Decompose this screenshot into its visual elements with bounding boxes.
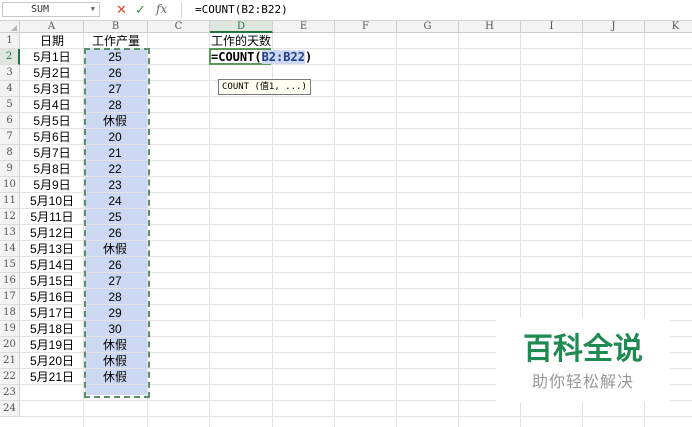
row-header-24[interactable]: 24 (0, 401, 20, 417)
cell-date[interactable]: 5月8日 (20, 161, 84, 177)
row-gridline (20, 416, 692, 417)
row-header-10[interactable]: 10 (0, 177, 20, 193)
cell-date[interactable]: 5月5日 (20, 113, 84, 129)
row-header-14[interactable]: 14 (0, 241, 20, 257)
cell-date[interactable]: 5月13日 (20, 241, 84, 257)
row-header-6[interactable]: 6 (0, 113, 20, 129)
row-header-8[interactable]: 8 (0, 145, 20, 161)
row-header-1[interactable]: 1 (0, 33, 20, 49)
column-header-k[interactable]: K (645, 21, 692, 33)
row-header-18[interactable]: 18 (0, 305, 20, 321)
column-header-g[interactable]: G (397, 21, 459, 33)
watermark-logo: 百科全说 助你轻松解决 (496, 318, 670, 402)
column-header-b[interactable]: B (84, 21, 148, 33)
cell-date[interactable]: 5月17日 (20, 305, 84, 321)
formula-input[interactable]: =COUNT(B2:B22) (195, 2, 288, 17)
name-box[interactable]: SUM ▼ (2, 2, 100, 17)
row-header-22[interactable]: 22 (0, 369, 20, 385)
formula-bar-divider (181, 2, 182, 17)
cell-date[interactable]: 5月18日 (20, 321, 84, 337)
cell-b1[interactable]: 工作产量 (84, 33, 148, 49)
column-header-c[interactable]: C (148, 21, 210, 33)
watermark-title: 百科全说 (523, 332, 643, 367)
column-header-i[interactable]: I (521, 21, 583, 33)
enter-icon[interactable]: ✓ (135, 1, 146, 18)
cell-date[interactable]: 5月20日 (20, 353, 84, 369)
cell-d2-formula[interactable]: =COUNT(B2:B22) (211, 49, 312, 65)
select-all-corner[interactable] (0, 21, 20, 33)
cell-date[interactable]: 5月6日 (20, 129, 84, 145)
row-header-12[interactable]: 12 (0, 209, 20, 225)
row-header-19[interactable]: 19 (0, 321, 20, 337)
cell-date[interactable]: 5月1日 (20, 49, 84, 65)
cell-date[interactable]: 5月4日 (20, 97, 84, 113)
column-header-h[interactable]: H (459, 21, 521, 33)
range-marquee (84, 48, 150, 398)
cell-date[interactable]: 5月14日 (20, 257, 84, 273)
chevron-down-icon[interactable]: ▼ (91, 3, 95, 16)
select-all-icon (11, 25, 17, 31)
formula-bar: SUM ▼ ✕ ✓ fx =COUNT(B2:B22) (0, 0, 692, 21)
formula-prefix: =COUNT( (211, 50, 262, 64)
cell-date[interactable]: 5月21日 (20, 369, 84, 385)
row-header-9[interactable]: 9 (0, 161, 20, 177)
row-header-3[interactable]: 3 (0, 65, 20, 81)
column-header-f[interactable]: F (335, 21, 397, 33)
cell-date[interactable]: 5月7日 (20, 145, 84, 161)
row-header-4[interactable]: 4 (0, 81, 20, 97)
cell-date[interactable]: 5月16日 (20, 289, 84, 305)
row-header-21[interactable]: 21 (0, 353, 20, 369)
row-header-20[interactable]: 20 (0, 337, 20, 353)
cell-date[interactable]: 5月15日 (20, 273, 84, 289)
cancel-icon[interactable]: ✕ (116, 1, 127, 18)
cell-date[interactable]: 5月10日 (20, 193, 84, 209)
row-header-7[interactable]: 7 (0, 129, 20, 145)
cell-date[interactable]: 5月12日 (20, 225, 84, 241)
cell-date[interactable]: 5月11日 (20, 209, 84, 225)
watermark-subtitle: 助你轻松解决 (531, 372, 634, 391)
column-header-d[interactable]: D (210, 21, 273, 33)
column-header-a[interactable]: A (20, 21, 84, 33)
column-header-e[interactable]: E (273, 21, 335, 33)
function-tooltip: COUNT (值1, ...) (218, 79, 311, 95)
cell-d1[interactable]: 工作的天数 (209, 33, 272, 49)
formula-suffix: ) (304, 50, 313, 64)
insert-function-icon[interactable]: fx (156, 1, 167, 18)
row-header-2[interactable]: 2 (0, 49, 20, 65)
row-header-17[interactable]: 17 (0, 289, 20, 305)
cell-date[interactable]: 5月9日 (20, 177, 84, 193)
column-header-j[interactable]: J (583, 21, 645, 33)
cell-date[interactable]: 5月2日 (20, 65, 84, 81)
name-box-value: SUM (31, 4, 50, 15)
row-header-16[interactable]: 16 (0, 273, 20, 289)
row-header-13[interactable]: 13 (0, 225, 20, 241)
row-header-11[interactable]: 11 (0, 193, 20, 209)
row-header-5[interactable]: 5 (0, 97, 20, 113)
cell-date[interactable]: 5月3日 (20, 81, 84, 97)
row-header-23[interactable]: 23 (0, 385, 20, 401)
row-header-15[interactable]: 15 (0, 257, 20, 273)
cell-a1[interactable]: 日期 (20, 33, 84, 49)
formula-range-ref: B2:B22 (261, 50, 305, 64)
cell-date[interactable]: 5月19日 (20, 337, 84, 353)
